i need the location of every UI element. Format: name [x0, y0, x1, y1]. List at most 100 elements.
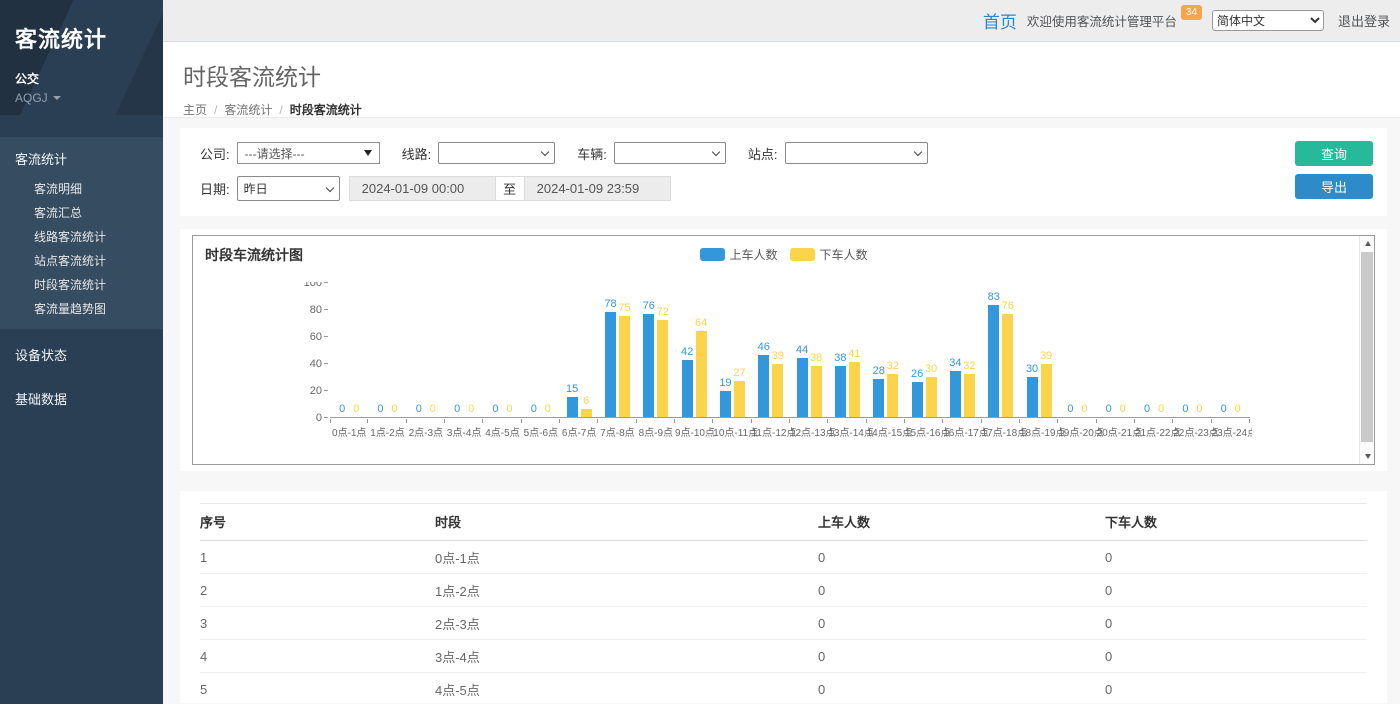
- bar-value-label: 0: [492, 403, 498, 415]
- bar-value-label: 0: [1235, 403, 1241, 415]
- x-axis-label: 20点-21点: [1097, 424, 1135, 439]
- bar-value-label: 0: [545, 403, 551, 415]
- bar-wrap: 64: [696, 282, 707, 417]
- x-axis-tick: [637, 419, 675, 423]
- bar-group: 00: [1135, 282, 1173, 417]
- x-axis-label: 8点-9点: [637, 424, 675, 439]
- triangle-down-icon: [1365, 454, 1371, 459]
- bar-value-label: 0: [377, 403, 383, 415]
- bar-group: 2630: [905, 282, 943, 417]
- chart-scrollbar[interactable]: [1359, 236, 1374, 464]
- sidebar-item-passenger-stats[interactable]: 客流统计: [0, 141, 163, 177]
- sidebar-subitem[interactable]: 客流明细: [0, 177, 163, 201]
- bar-value-label: 0: [339, 403, 345, 415]
- sidebar-subitem[interactable]: 线路客流统计: [0, 225, 163, 249]
- table-body: 10点-1点0021点-2点0032点-3点0043点-4点0054点-5点00…: [200, 541, 1367, 704]
- bar-wrap: 0: [1180, 282, 1191, 417]
- sidebar-subitem[interactable]: 站点客流统计: [0, 249, 163, 273]
- bar-wrap: 0: [389, 282, 400, 417]
- sidebar-subitem[interactable]: 客流汇总: [0, 201, 163, 225]
- x-axis-tick: [790, 419, 828, 423]
- bar-wrap: 0: [466, 282, 477, 417]
- sidebar-item[interactable]: 基础数据: [0, 380, 163, 417]
- company-select[interactable]: ---请选择---: [237, 142, 380, 164]
- bar-wrap: 0: [1194, 282, 1205, 417]
- bar-wrap: 75: [619, 282, 630, 417]
- bar: [988, 305, 999, 417]
- breadcrumb-item[interactable]: 主页: [183, 101, 207, 118]
- line-select[interactable]: [438, 142, 555, 164]
- bar-group: 4639: [752, 282, 790, 417]
- user-name: AQGJ: [15, 91, 48, 105]
- bar-wrap: 0: [337, 282, 348, 417]
- table-cell: 4: [200, 640, 435, 673]
- x-axis-label: 21点-22点: [1135, 424, 1173, 439]
- bar-value-label: 0: [1144, 403, 1150, 415]
- date-preset-select[interactable]: 昨日: [237, 176, 340, 201]
- bar-group: 3841: [828, 282, 866, 417]
- x-axis-label: 10点-11点: [713, 424, 751, 439]
- date-from-input[interactable]: [349, 176, 496, 201]
- bar-group: 4438: [790, 282, 828, 417]
- sidebar-menu: 客流统计 客流明细客流汇总线路客流统计站点客流统计时段客流统计客流量趋势图 设备…: [0, 137, 163, 417]
- x-axis-tick: [905, 419, 943, 423]
- y-axis-tick-label: 100: [292, 282, 322, 289]
- bar-group: 00: [407, 282, 445, 417]
- x-axis-label: 19点-20点: [1058, 424, 1096, 439]
- scrollbar-thumb[interactable]: [1361, 252, 1373, 442]
- station-select[interactable]: [785, 142, 928, 164]
- export-button[interactable]: 导出: [1295, 174, 1373, 199]
- bar-value-label: 64: [695, 317, 707, 329]
- bar-group: 4264: [675, 282, 713, 417]
- sidebar-subitem[interactable]: 客流量趋势图: [0, 297, 163, 321]
- legend-item[interactable]: 下车人数: [790, 246, 868, 263]
- notification-badge[interactable]: 34: [1181, 5, 1202, 20]
- bar-value-label: 0: [416, 403, 422, 415]
- bar: [696, 331, 707, 417]
- bar-group: 00: [1058, 282, 1096, 417]
- bar: [811, 366, 822, 417]
- x-axis-tick: [713, 419, 751, 423]
- date-to-input[interactable]: [524, 176, 671, 201]
- bar-value-label: 41: [848, 348, 860, 360]
- bar: [720, 391, 731, 417]
- bar-wrap: 26: [912, 282, 923, 417]
- logout-link[interactable]: 退出登录: [1338, 11, 1390, 30]
- bar-group: 00: [1212, 282, 1250, 417]
- table-cell: 3: [200, 607, 435, 640]
- sidebar-item[interactable]: 设备状态: [0, 336, 163, 373]
- chart-legend: 上车人数下车人数: [699, 246, 867, 263]
- scrollbar-up-button[interactable]: [1360, 236, 1375, 251]
- scrollbar-down-button[interactable]: [1360, 449, 1375, 464]
- bar-wrap: 83: [988, 282, 999, 417]
- x-axis-label: 23点-24点: [1212, 424, 1250, 439]
- table-header-cell: 时段: [435, 504, 818, 541]
- hourly-stats-table: 序号时段上车人数下车人数 10点-1点0021点-2点0032点-3点0043点…: [200, 503, 1367, 703]
- bar-value-label: 0: [1120, 403, 1126, 415]
- search-button[interactable]: 查询: [1295, 141, 1373, 166]
- x-axis-tick: [675, 419, 713, 423]
- bar-value-label: 30: [925, 363, 937, 375]
- bar: [758, 355, 769, 417]
- user-menu[interactable]: AQGJ: [15, 91, 148, 105]
- bar-wrap: 0: [1117, 282, 1128, 417]
- breadcrumb-item[interactable]: 客流统计: [224, 101, 272, 118]
- x-axis-label: 18点-19点: [1020, 424, 1058, 439]
- language-select[interactable]: 简体中文: [1212, 10, 1324, 31]
- legend-item[interactable]: 上车人数: [699, 246, 777, 263]
- table-cell: 2点-3点: [435, 607, 818, 640]
- triangle-up-icon: [1365, 241, 1371, 246]
- bar-value-label: 38: [834, 352, 846, 364]
- sidebar-subitem[interactable]: 时段客流统计: [0, 273, 163, 297]
- vehicle-select[interactable]: [614, 142, 726, 164]
- company-select-value: ---请选择---: [245, 145, 305, 162]
- bar: [1041, 364, 1052, 417]
- company-label: 公司:: [200, 144, 230, 163]
- table-header-cell: 上车人数: [818, 504, 1105, 541]
- home-link[interactable]: 首页: [983, 8, 1017, 33]
- bar-value-label: 38: [810, 352, 822, 364]
- bar-wrap: 27: [734, 282, 745, 417]
- y-axis-tick-label: 40: [292, 358, 322, 370]
- bar-wrap: 0: [1218, 282, 1229, 417]
- bar-group: 7672: [637, 282, 675, 417]
